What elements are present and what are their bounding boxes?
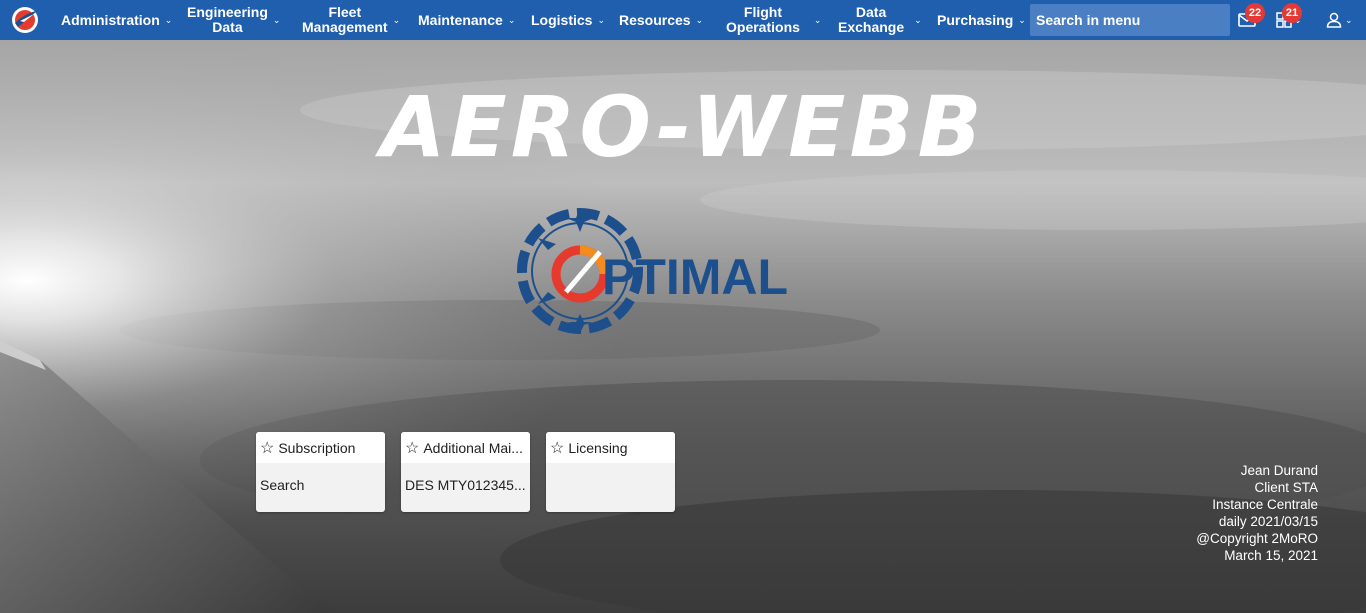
session-info: Jean Durand Client STA Instance Centrale… [1196,462,1318,564]
nav-administration[interactable]: Administration ⌄ [61,0,172,40]
menu-search-input[interactable] [1030,4,1230,36]
nav-label: Engineering Data [187,4,268,35]
tile-title: Licensing [568,439,628,456]
app-title: AERO-WEBB [380,78,986,176]
favorite-tile-subscription[interactable]: ☆ Subscription Search [256,432,385,512]
optimal-logo: PTIMAL [517,208,788,334]
chevron-down-icon: ⌄ [1018,14,1026,25]
instance-name: Instance Centrale [1212,497,1318,512]
build-version: daily 2021/03/15 [1218,514,1318,529]
client-name: Client STA [1254,480,1318,495]
nav-label: Data Exchange [838,4,905,35]
tile-header: ☆ Subscription [256,432,385,463]
star-icon[interactable]: ☆ [550,438,564,458]
nav-flight-operations[interactable]: Flight Operations ⌄ [726,0,821,40]
tile-header: ☆ Licensing [546,432,675,463]
copyright-text: @Copyright 2MoRO [1196,531,1318,546]
tile-body: DES MTY012345... [405,477,526,493]
chevron-down-icon: ⌄ [695,14,704,25]
nav-label: Flight Operations [726,4,800,35]
chevron-down-icon: ⌄ [1345,14,1353,25]
tile-body [546,463,675,477]
star-icon[interactable]: ☆ [260,438,274,458]
apps-count-badge: 21 [1282,3,1302,23]
chevron-down-icon: ⌄ [507,14,516,25]
logo-wordmark: PTIMAL [602,249,788,305]
chevron-down-icon: ⌄ [392,14,401,25]
app-logo-icon[interactable] [10,5,40,35]
top-navigation-bar: Administration ⌄ Engineering Data ⌄ Flee… [0,0,1366,40]
nav-maintenance[interactable]: Maintenance ⌄ [418,0,515,40]
nav-label: Fleet Management [302,4,388,35]
chevron-down-icon: ⌄ [164,14,173,25]
nav-resources[interactable]: Resources ⌄ [619,0,703,40]
tile-header: ☆ Additional Mai... [401,432,530,463]
nav-label: Maintenance [418,11,503,28]
nav-data-exchange[interactable]: Data Exchange ⌄ [838,0,922,40]
user-menu-button[interactable]: ⌄ [1326,0,1358,40]
user-icon [1326,12,1342,28]
chevron-down-icon: ⌄ [914,14,922,25]
nav-logistics[interactable]: Logistics ⌄ [531,0,605,40]
tile-title: Additional Mai... [423,439,523,456]
nav-label: Administration [61,11,160,28]
nav-fleet-management[interactable]: Fleet Management ⌄ [302,0,400,40]
favorite-tile-additional-maintenance[interactable]: ☆ Additional Mai... DES MTY012345... [401,432,530,512]
chevron-down-icon: ⌄ [813,14,822,25]
current-date: March 15, 2021 [1224,548,1318,563]
nav-engineering-data[interactable]: Engineering Data ⌄ [187,0,280,40]
user-name: Jean Durand [1240,463,1318,478]
chevron-down-icon: ⌄ [272,14,281,25]
tile-body: Search [260,477,305,493]
nav-label: Logistics [531,11,593,28]
mail-count-badge: 22 [1245,3,1265,23]
favorite-tile-licensing[interactable]: ☆ Licensing [546,432,675,512]
tile-title: Subscription [278,439,356,456]
star-icon[interactable]: ☆ [405,438,419,458]
nav-label: Resources [619,11,691,28]
nav-purchasing[interactable]: Purchasing ⌄ [937,0,1026,40]
chevron-down-icon: ⌄ [597,14,606,25]
nav-label: Purchasing [937,11,1014,28]
